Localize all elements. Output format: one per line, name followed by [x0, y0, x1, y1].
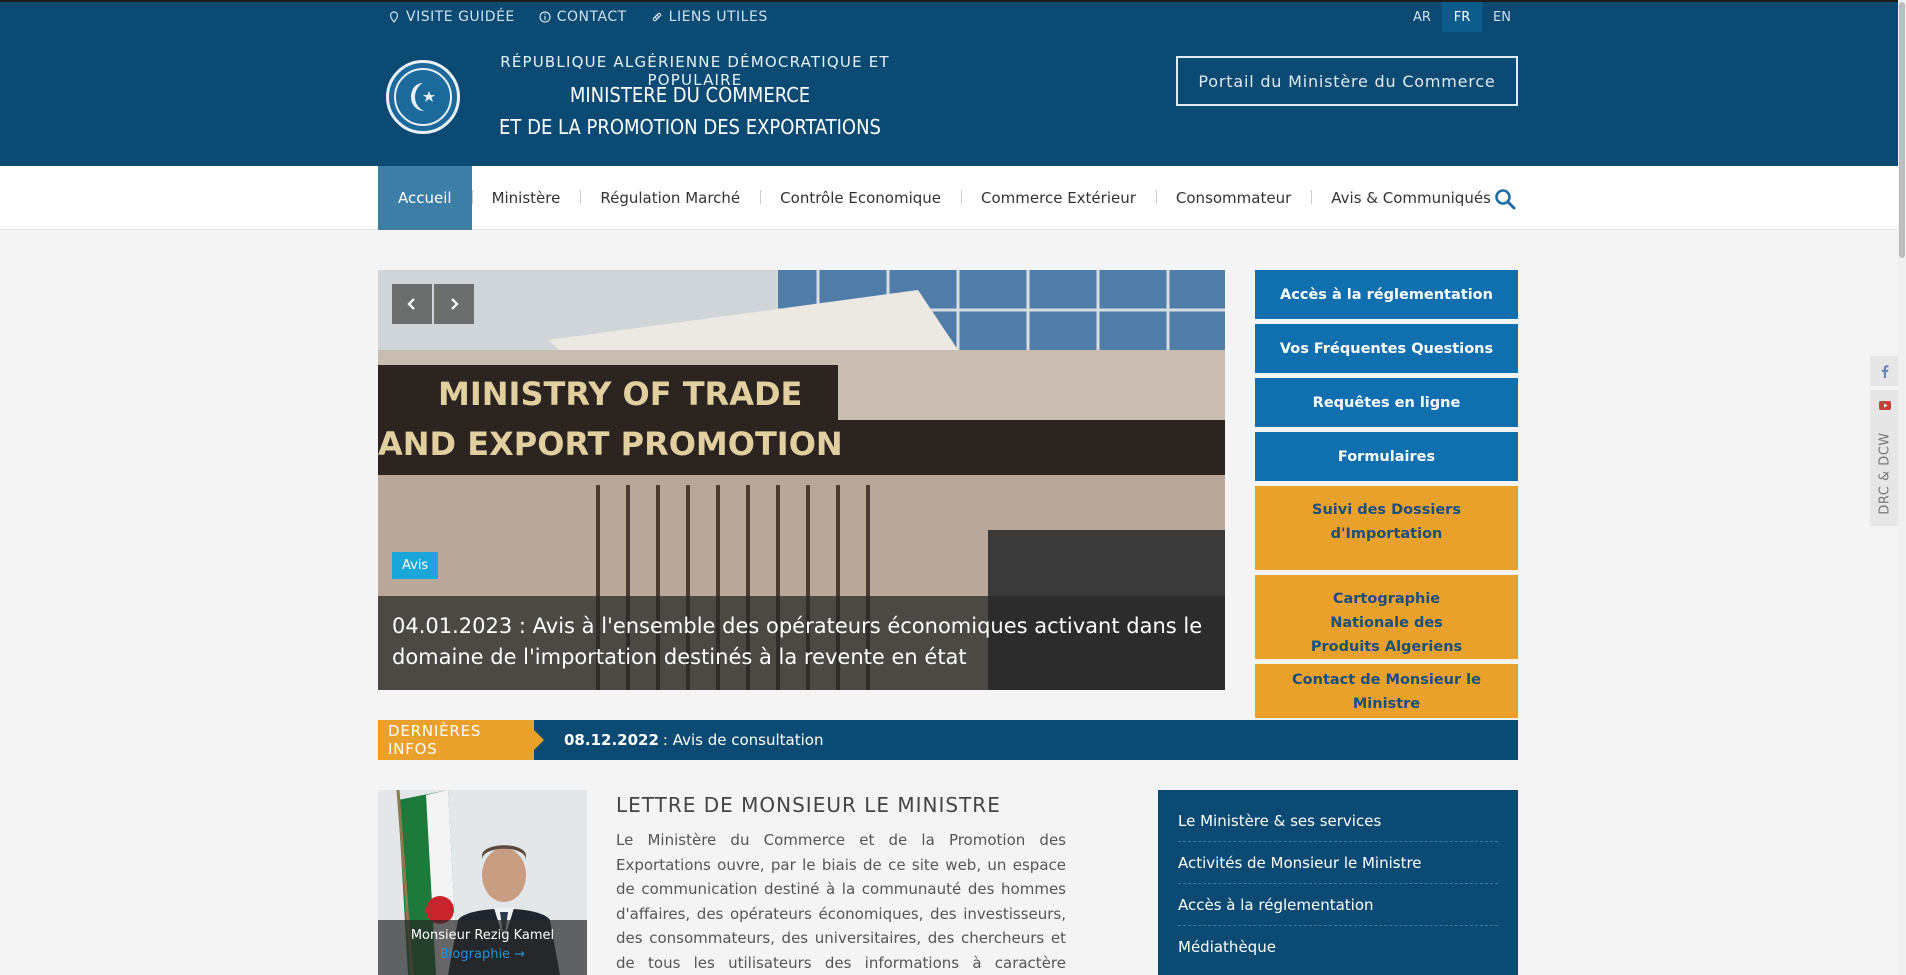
slide-category-tag[interactable]: Avis [392, 552, 439, 579]
nav-item-avis-communiques[interactable]: Avis & Communiqués [1311, 166, 1511, 230]
scrollbar-thumb[interactable] [1899, 2, 1905, 258]
latest-news-ticker: DERNIÈRES INFOS 08.12.2022 : Avis de con… [378, 720, 1518, 760]
youtube-button[interactable] [1870, 390, 1900, 420]
news-slider[interactable]: MINISTRY OF TRADE AND EXPORT PROMOTION A… [378, 270, 1225, 690]
formulaires-button[interactable]: Formulaires [1255, 432, 1518, 481]
slider-prev-button[interactable] [392, 284, 432, 324]
sign-text-line2: AND EXPORT PROMOTION [378, 425, 843, 463]
sign-text-line1: MINISTRY OF TRADE [438, 375, 802, 413]
nav-item-accueil[interactable]: Accueil [378, 166, 472, 230]
site-header: RÉPUBLIQUE ALGÉRIENNE DÉMOCRATIQUE ET PO… [0, 32, 1906, 166]
visite-guidee-link[interactable]: VISITE GUIDÉE [388, 9, 515, 25]
youtube-icon [1879, 401, 1891, 410]
liens-utiles-link[interactable]: LIENS UTILES [651, 9, 768, 25]
main-nav: Accueil Ministère Régulation Marché Cont… [0, 166, 1906, 230]
slider-next-button[interactable] [434, 284, 474, 324]
ticker-date: 08.12.2022 [564, 731, 659, 749]
facebook-icon [1882, 365, 1889, 378]
biographie-link[interactable]: Biographie → [378, 947, 587, 962]
nav-item-commerce-exterieur[interactable]: Commerce Extérieur [961, 166, 1156, 230]
acces-reglementation-button[interactable]: Accès à la réglementation [1255, 270, 1518, 319]
letter-text: Le Ministère du Commerce et de la Promot… [616, 831, 1066, 972]
minister-name: Monsieur Rezig Kamel [410, 928, 555, 943]
drc-dcw-tab[interactable]: DRC & DCW [1870, 420, 1900, 526]
minister-photo[interactable]: Monsieur Rezig Kamel Biographie → [378, 790, 587, 975]
contact-link[interactable]: CONTACT [539, 9, 627, 25]
lang-ar[interactable]: AR [1402, 2, 1442, 32]
info-icon [539, 11, 551, 23]
ministry-links-panel: Le Ministère & ses services Activités de… [1158, 790, 1518, 975]
cartographie-button[interactable]: Cartographie Nationale des Produits Alge… [1255, 575, 1518, 659]
nav-item-consommateur[interactable]: Consommateur [1155, 166, 1311, 230]
ministry-title-line1: MINISTERE DU COMMERCE [569, 83, 811, 107]
nav-items: Accueil Ministère Régulation Marché Cont… [378, 166, 1511, 230]
link-activites-ministre[interactable]: Activités de Monsieur le Ministre [1178, 842, 1498, 884]
language-switcher: AR FR EN [1402, 2, 1522, 32]
slide-caption[interactable]: 04.01.2023 : Avis à l'ensemble des opéra… [378, 596, 1225, 690]
top-links: VISITE GUIDÉE CONTACT LIENS UTILES [388, 2, 768, 32]
nav-item-ministere[interactable]: Ministère [471, 166, 581, 230]
link-mediatheque[interactable]: Médiathèque [1178, 926, 1498, 968]
frequentes-questions-button[interactable]: Vos Fréquentes Questions [1255, 324, 1518, 373]
ticker-label: DERNIÈRES INFOS [378, 720, 544, 760]
map-pin-icon [389, 11, 399, 23]
republic-seal-logo[interactable] [386, 60, 460, 134]
ticker-news-item[interactable]: 08.12.2022 : Avis de consultation [564, 720, 823, 760]
minister-caption: Monsieur Rezig Kamel Biographie → [378, 920, 587, 975]
portal-button[interactable]: Portail du Ministère du Commerce [1176, 56, 1518, 106]
link-ministere-services[interactable]: Le Ministère & ses services [1178, 800, 1498, 842]
top-bar: VISITE GUIDÉE CONTACT LIENS UTILES AR FR… [0, 0, 1906, 32]
seal-inner [394, 68, 452, 126]
contact-ministre-button[interactable]: Contact de Monsieur le Ministre kamel.re… [1255, 664, 1518, 736]
facebook-button[interactable] [1870, 356, 1900, 386]
ticker-text: : Avis de consultation [662, 731, 824, 749]
drc-dcw-label: DRC & DCW [1877, 431, 1893, 515]
ministry-title-line2: ET DE LA PROMOTION DES EXPORTATIONS [499, 115, 881, 139]
nav-item-regulation-marche[interactable]: Régulation Marché [580, 166, 760, 230]
search-icon[interactable] [1494, 188, 1516, 210]
letter-title: LETTRE DE MONSIEUR LE MINISTRE [616, 793, 1001, 817]
quick-access-buttons: Accès à la réglementation Vos Fréquentes… [1255, 270, 1518, 736]
suivi-dossiers-button[interactable]: Suivi des Dossiers d'Importation [1255, 486, 1518, 570]
link-icon [652, 12, 661, 22]
ministry-title: MINISTERE DU COMMERCE ET DE LA PROMOTION… [470, 79, 910, 143]
visite-guidee-label: VISITE GUIDÉE [406, 9, 515, 25]
requetes-en-ligne-button[interactable]: Requêtes en ligne [1255, 378, 1518, 427]
seal-emblem-icon [411, 83, 435, 111]
nav-item-controle-economique[interactable]: Contrôle Economique [760, 166, 961, 230]
lang-en[interactable]: EN [1482, 2, 1522, 32]
lang-fr[interactable]: FR [1442, 2, 1482, 32]
chevron-right-icon [451, 298, 459, 310]
contact-label: CONTACT [556, 9, 627, 25]
chevron-left-icon [407, 298, 415, 310]
link-acces-reglementation[interactable]: Accès à la réglementation [1178, 884, 1498, 926]
liens-utiles-label: LIENS UTILES [668, 9, 768, 25]
